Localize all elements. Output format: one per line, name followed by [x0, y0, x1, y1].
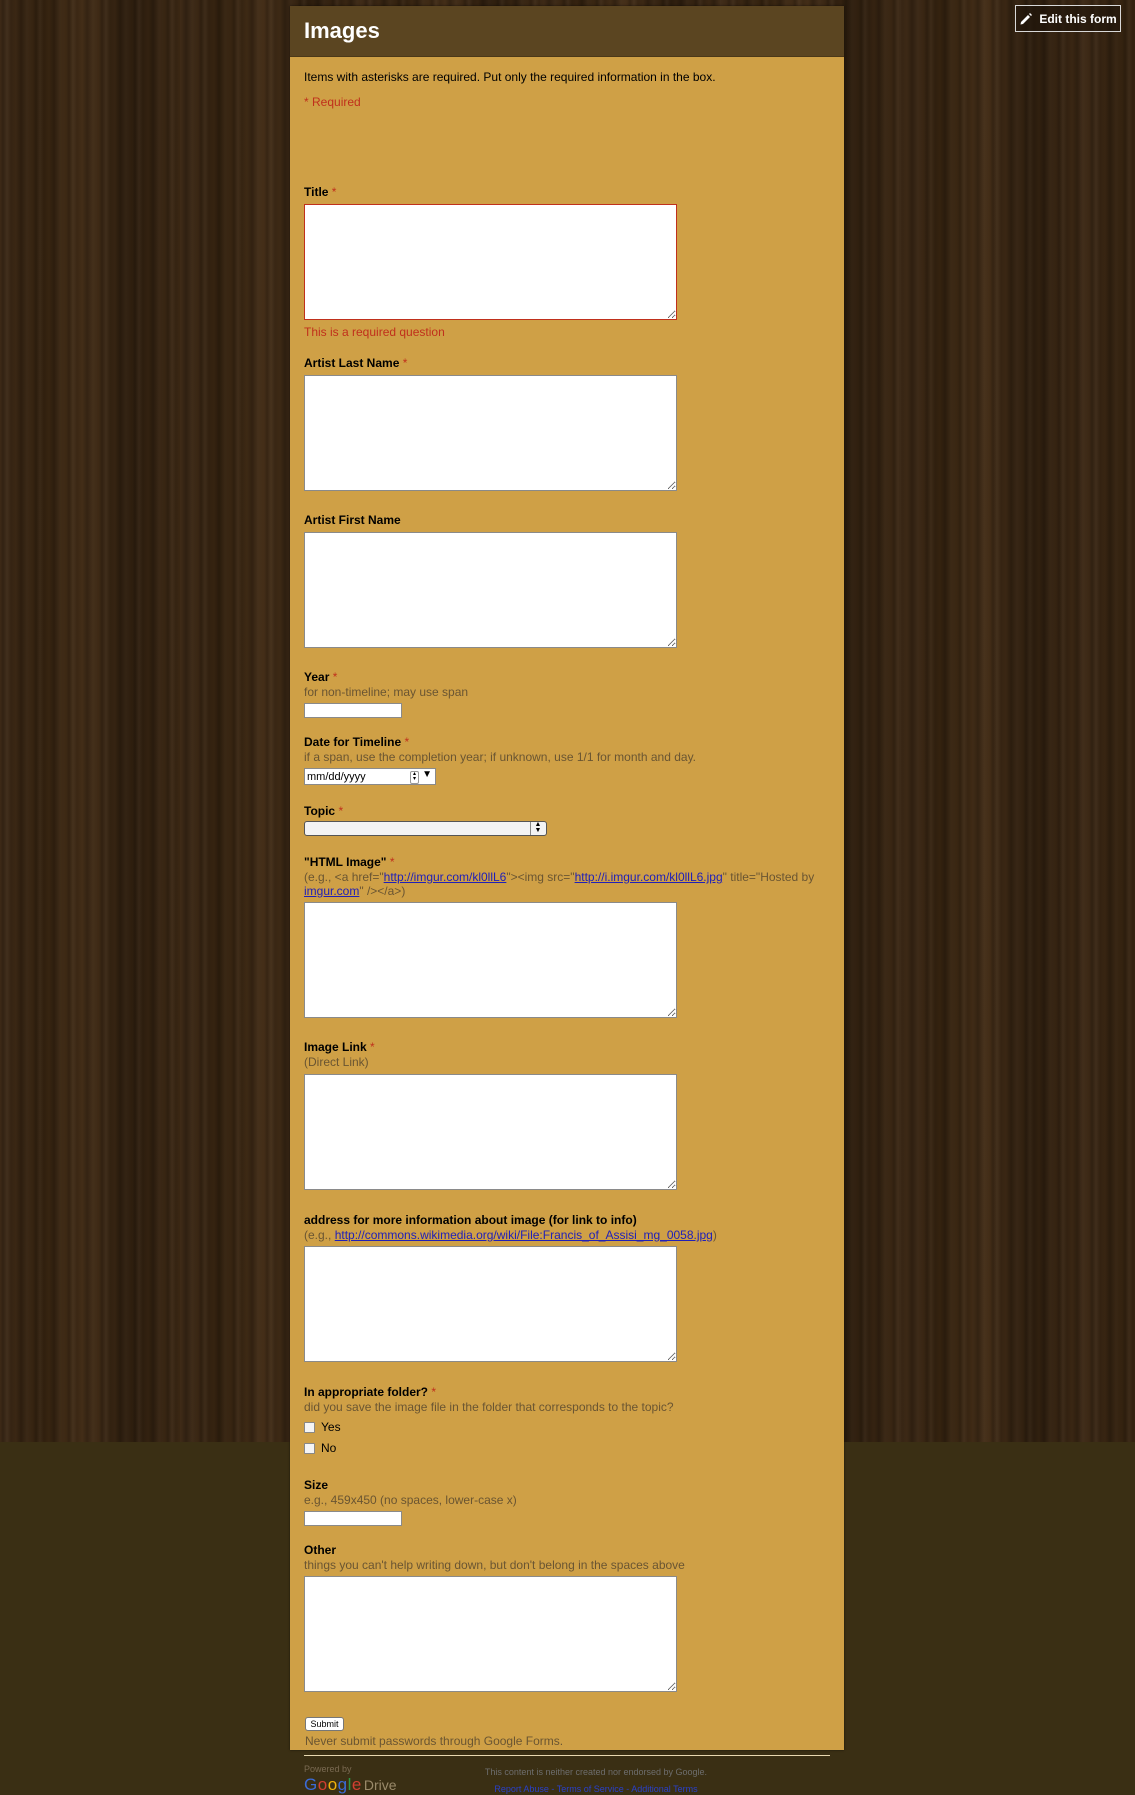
question-label-size: Size — [304, 1478, 329, 1492]
question-label-image-link: Image Link * — [304, 1040, 375, 1054]
question-label-html-image: "HTML Image" * — [304, 855, 395, 869]
help-text-year: for non-timeline; may use span — [304, 685, 469, 699]
help-text-other: things you can't help writing down, but … — [304, 1558, 685, 1572]
question-label-topic: Topic * — [304, 804, 344, 818]
question-title: Title * — [304, 185, 336, 199]
example-link-imgur-image[interactable]: http://i.imgur.com/kl0llL6.jpg — [575, 870, 723, 884]
example-link-imgur-home[interactable]: imgur.com — [304, 884, 359, 898]
title-textarea[interactable] — [304, 204, 677, 320]
password-warning: Never submit passwords through Google Fo… — [305, 1734, 564, 1748]
edit-form-button[interactable]: Edit this form — [1015, 5, 1121, 32]
question-label-year: Year * — [304, 670, 338, 684]
form-title: Images — [304, 18, 380, 43]
help-text-image-link: (Direct Link) — [304, 1055, 369, 1069]
date-spinner-icon[interactable]: ▴ ▾ — [410, 771, 419, 784]
checkbox-no[interactable] — [304, 1442, 315, 1454]
powered-by-label: Powered by — [304, 1764, 352, 1774]
question-label-more-info: address for more information about image… — [304, 1213, 637, 1227]
image-link-textarea[interactable] — [304, 1074, 677, 1190]
question-label-artist-last: Artist Last Name * — [304, 356, 408, 370]
html-image-textarea[interactable] — [304, 902, 677, 1018]
google-drive-logo[interactable]: Google Drive — [304, 1775, 397, 1795]
help-text-more-info: (e.g., http://commons.wikimedia.org/wiki… — [304, 1228, 717, 1242]
size-input[interactable] — [304, 1511, 402, 1526]
help-text-html-image: (e.g., <a href="http://imgur.com/kl0llL6… — [304, 870, 815, 898]
form-intro: Items with asterisks are required. Put o… — [304, 70, 716, 84]
date-dropdown-arrow-icon[interactable]: ▼ — [422, 769, 432, 780]
required-star: * — [431, 1385, 437, 1399]
form-body: Items with asterisks are required. Put o… — [290, 70, 844, 1794]
drive-logo-text: Drive — [363, 1777, 397, 1793]
date-placeholder: mm/dd/yyyy — [307, 770, 366, 783]
other-textarea[interactable] — [304, 1576, 677, 1692]
footer-divider — [304, 1755, 830, 1756]
more-info-textarea[interactable] — [304, 1246, 677, 1362]
help-text-folder: did you save the image file in the folde… — [304, 1400, 674, 1414]
question-label-other: Other — [304, 1543, 337, 1557]
footer-links: Report Abuse - Terms of Service - Additi… — [494, 1784, 698, 1794]
edit-form-label: Edit this form — [1039, 11, 1117, 26]
required-star: * — [331, 185, 337, 199]
question-label-date: Date for Timeline * — [304, 735, 410, 749]
date-timeline-input[interactable]: mm/dd/yyyy ▴ ▾ ▼ — [304, 768, 436, 785]
google-logo: Google — [304, 1775, 362, 1794]
checkbox-option-yes[interactable]: Yes — [304, 1420, 341, 1434]
form-card: Images Items with asterisks are required… — [290, 6, 844, 1794]
submit-button[interactable]: Submit — [305, 1717, 344, 1731]
help-text-date: if a span, use the completion year; if u… — [304, 750, 697, 764]
year-input[interactable] — [304, 703, 402, 718]
required-star: * — [370, 1040, 375, 1054]
question-label: Title * — [304, 185, 337, 199]
required-star: * — [338, 804, 344, 818]
artist-first-name-textarea[interactable] — [304, 532, 677, 648]
report-abuse-link[interactable]: Report Abuse — [494, 1784, 549, 1794]
example-link-imgur-page[interactable]: http://imgur.com/kl0llL6 — [384, 870, 507, 884]
question-label-folder: In appropriate folder? * — [304, 1385, 437, 1399]
required-star: * — [402, 356, 408, 370]
question-label-artist-first: Artist First Name — [304, 513, 401, 527]
checkbox-label-no: No — [321, 1441, 337, 1455]
required-star: * — [404, 735, 410, 749]
artist-last-name-textarea[interactable] — [304, 375, 677, 491]
required-star: * — [389, 855, 395, 869]
example-link-wikimedia[interactable]: http://commons.wikimedia.org/wiki/File:F… — [335, 1228, 713, 1242]
topic-select[interactable]: ▲ ▼ — [304, 821, 547, 836]
pencil-icon — [1020, 12, 1033, 24]
additional-terms-link[interactable]: Additional Terms — [631, 1784, 697, 1794]
help-text-size: e.g., 459x450 (no spaces, lower-case x) — [304, 1493, 517, 1507]
required-star: * — [332, 670, 338, 684]
checkbox-yes[interactable] — [304, 1421, 315, 1433]
required-note: * Required — [304, 95, 361, 109]
form-header: Images — [290, 6, 844, 57]
terms-of-service-link[interactable]: Terms of Service — [557, 1784, 624, 1794]
select-arrows-icon: ▲ ▼ — [530, 821, 545, 835]
required-error-message: This is a required question — [304, 325, 445, 339]
checkbox-option-no[interactable]: No — [304, 1441, 336, 1455]
disclaimer-text: This content is neither created nor endo… — [484, 1767, 708, 1777]
checkbox-label-yes: Yes — [321, 1420, 341, 1434]
